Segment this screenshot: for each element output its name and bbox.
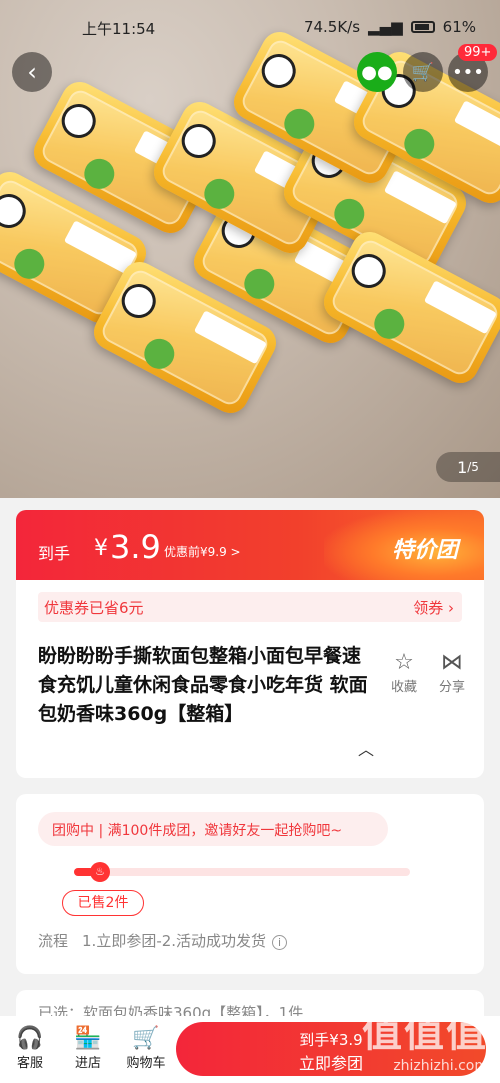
special-group-tag: 特价团 bbox=[391, 538, 458, 563]
service-button[interactable]: 🎧 客服 bbox=[2, 1026, 58, 1071]
headset-icon: 🎧 bbox=[16, 1026, 44, 1051]
service-label: 客服 bbox=[16, 1056, 43, 1071]
info-icon[interactable]: i bbox=[272, 935, 288, 950]
coupon-bar[interactable]: 优惠券已省6元 领券 › bbox=[38, 592, 462, 622]
status-bar: 上午11:54 74.5K/s ▂▄▆ 61% bbox=[0, 0, 500, 56]
gallery-total: /5 bbox=[467, 460, 479, 474]
coupon-saved-text: 优惠券已省6元 bbox=[44, 599, 144, 617]
flow-label: 流程 bbox=[38, 932, 69, 950]
group-status: 团购中 | 满100件成团，邀请好友一起抢购吧~ bbox=[38, 812, 388, 846]
cart-count-badge: 99+ bbox=[458, 44, 498, 61]
price-value: 3.9 bbox=[110, 528, 161, 566]
sold-count: 已售2件 bbox=[62, 890, 144, 916]
share-icon: ⋈ bbox=[441, 650, 463, 675]
back-button[interactable]: ‹ bbox=[12, 52, 52, 92]
store-icon: 🏪 bbox=[74, 1026, 102, 1051]
share-label: 分享 bbox=[438, 680, 465, 695]
battery-level: 61% bbox=[442, 18, 476, 36]
gallery-current: 1 bbox=[457, 457, 468, 477]
price-currency: ¥ bbox=[94, 536, 108, 561]
chevron-left-icon: ‹ bbox=[27, 58, 37, 86]
group-progress-bar: ♨ bbox=[74, 862, 410, 882]
battery-icon bbox=[410, 21, 435, 33]
price-label: 到手 bbox=[38, 544, 71, 563]
price-banner: 到手 ¥ 3.9 优惠前¥9.9 > 特价团 bbox=[16, 510, 484, 580]
share-button[interactable]: ⋈ 分享 bbox=[430, 650, 474, 695]
network-speed: 74.5K/s bbox=[303, 18, 361, 36]
flow-row: 流程 1.立即参团-2.活动成功发货 i bbox=[38, 930, 288, 951]
store-label: 进店 bbox=[74, 1056, 101, 1071]
cart-icon: 🛒 bbox=[411, 61, 435, 83]
original-price[interactable]: 优惠前¥9.9 > bbox=[164, 543, 241, 560]
cart-button[interactable]: 🛒 bbox=[403, 52, 443, 92]
store-button[interactable]: 🏪 进店 bbox=[60, 1026, 116, 1071]
get-coupon-link[interactable]: 领券 › bbox=[413, 597, 454, 618]
watermark: 值值值 zhizhizhi.com bbox=[362, 1000, 488, 1074]
flame-icon: ♨ bbox=[90, 862, 110, 882]
more-icon: ••• bbox=[452, 61, 484, 83]
cart-icon: 🛒 bbox=[132, 1026, 160, 1051]
wechat-icon: ●● bbox=[361, 61, 393, 83]
watermark-url: zhizhizhi.com bbox=[393, 1058, 488, 1074]
wechat-share-button[interactable]: ●● bbox=[357, 52, 397, 92]
collect-button[interactable]: ☆ 收藏 bbox=[382, 650, 426, 695]
collect-label: 收藏 bbox=[390, 680, 417, 695]
watermark-logo: 值值值 bbox=[362, 1010, 488, 1056]
status-time: 上午11:54 bbox=[82, 20, 156, 38]
product-title: 盼盼盼盼手撕软面包整箱小面包早餐速食充饥儿童休闲食品零食小吃年货 软面包奶香味3… bbox=[38, 645, 368, 725]
flow-steps: 1.立即参团-2.活动成功发货 bbox=[82, 932, 267, 950]
cart-nav-button[interactable]: 🛒 购物车 bbox=[118, 1026, 174, 1071]
star-icon: ☆ bbox=[394, 650, 414, 675]
chevron-up-icon[interactable]: ︿ bbox=[358, 736, 374, 760]
gallery-pager: 1/5 bbox=[436, 452, 500, 482]
cart-label: 购物车 bbox=[126, 1056, 166, 1071]
product-info-card: 优惠券已省6元 领券 › 盼盼盼盼手撕软面包整箱小面包早餐速食充饥儿童休闲食品零… bbox=[16, 580, 484, 778]
signal-icon: ▂▄▆ bbox=[368, 18, 403, 36]
